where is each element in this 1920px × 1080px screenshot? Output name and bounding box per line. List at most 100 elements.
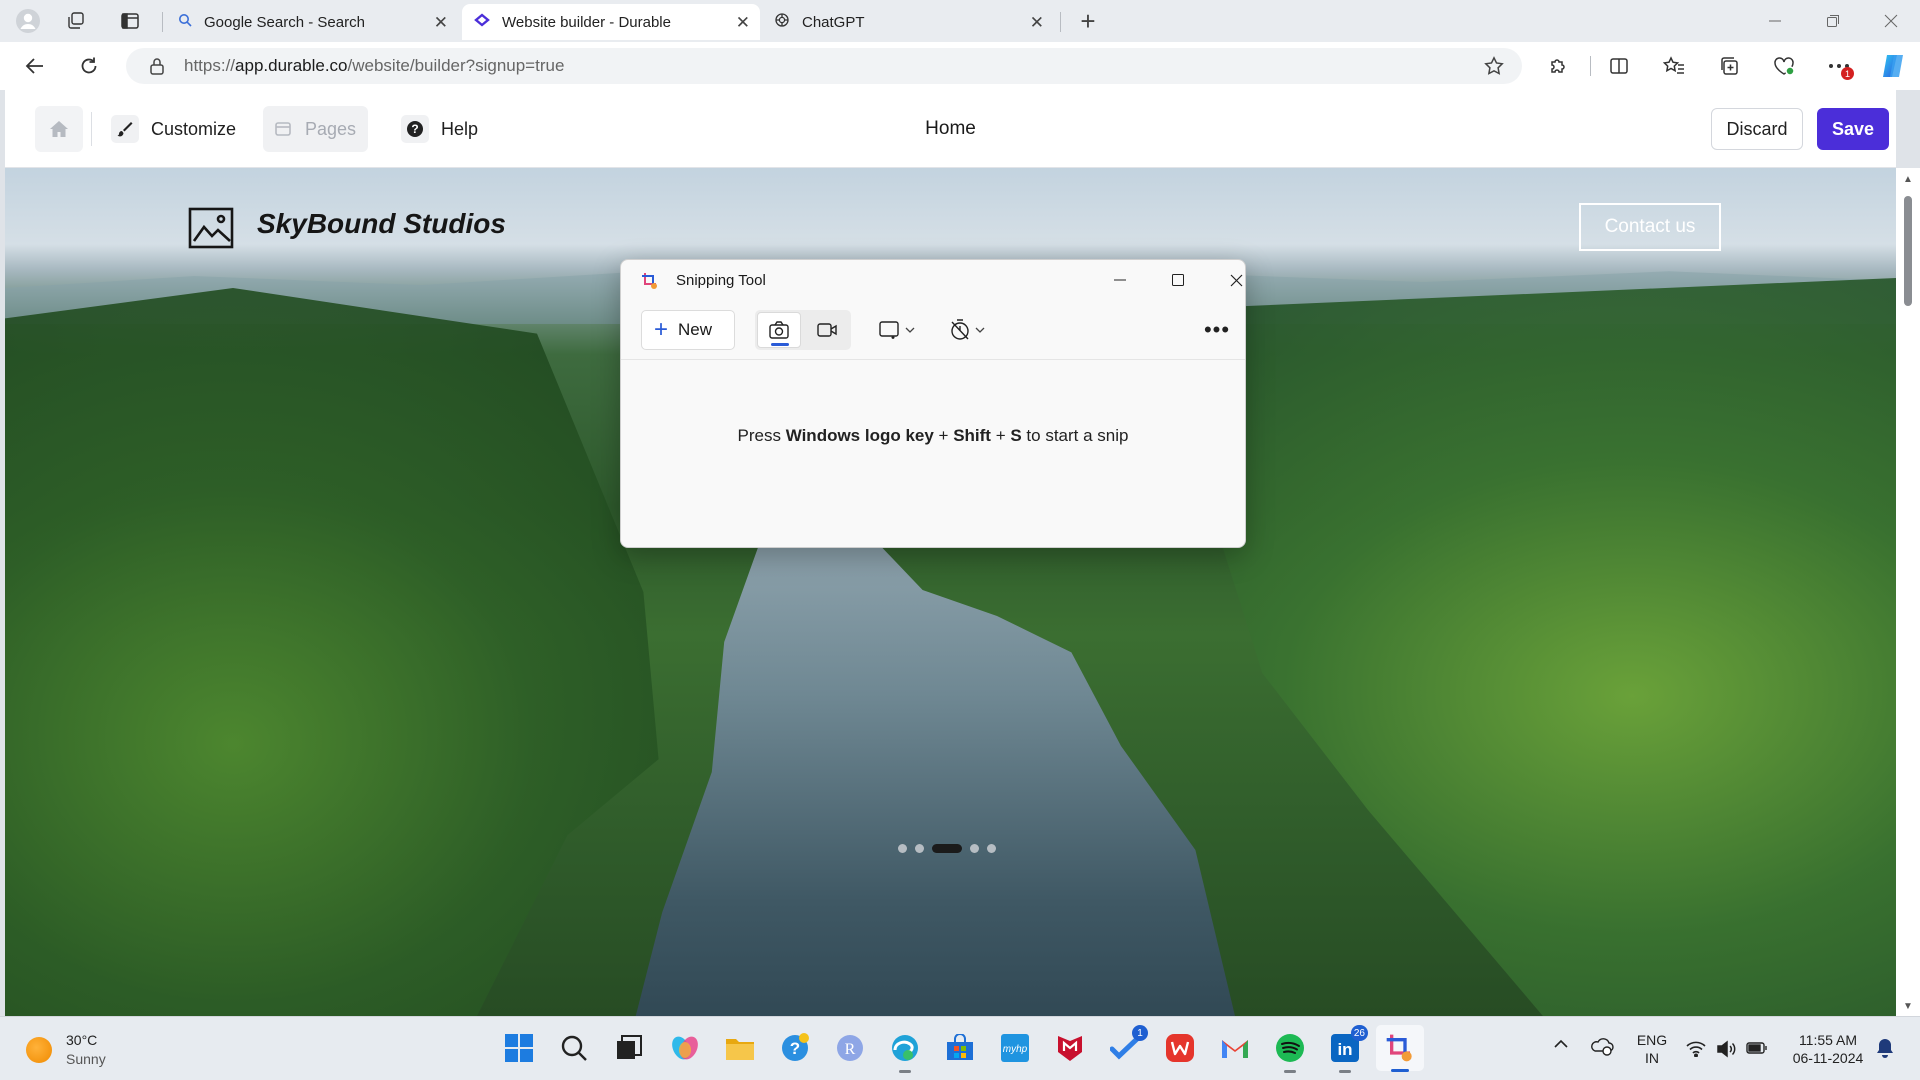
- volume-icon[interactable]: [1716, 1040, 1736, 1058]
- snip-delay-dropdown[interactable]: [949, 310, 985, 350]
- wifi-icon[interactable]: [1686, 1041, 1706, 1057]
- new-tab-button[interactable]: +: [1072, 6, 1104, 36]
- snip-more-options-button[interactable]: •••: [1199, 310, 1235, 350]
- slider-dots: [898, 844, 996, 853]
- plus-icon: +: [654, 316, 669, 343]
- slider-dot[interactable]: [987, 844, 996, 853]
- video-mode-button[interactable]: [805, 312, 849, 348]
- taskbar-search-icon[interactable]: [557, 1031, 591, 1065]
- save-button[interactable]: Save: [1817, 108, 1889, 150]
- tab-durable[interactable]: Website builder - Durable ✕: [462, 4, 760, 40]
- lock-icon[interactable]: [148, 57, 166, 75]
- notification-badge: 1: [1841, 67, 1854, 80]
- screenshot-mode-button[interactable]: [757, 312, 801, 348]
- running-indicator: [1284, 1070, 1296, 1073]
- vertical-tabs-icon[interactable]: [114, 6, 146, 36]
- onedrive-sync-icon[interactable]: [1590, 1036, 1614, 1056]
- task-view-icon[interactable]: [612, 1031, 646, 1065]
- snip-shape-dropdown[interactable]: [879, 310, 915, 350]
- snipping-tool-titlebar[interactable]: Snipping Tool: [621, 260, 1245, 300]
- header-divider: [91, 112, 92, 146]
- contact-us-button[interactable]: Contact us: [1579, 203, 1721, 251]
- chatgpt-icon: [774, 12, 790, 32]
- help-circle-icon: ?: [401, 115, 429, 143]
- split-screen-icon[interactable]: [1602, 50, 1636, 82]
- snip-close-icon[interactable]: [1213, 262, 1245, 298]
- home-icon: [50, 121, 68, 137]
- restore-icon[interactable]: [1804, 0, 1862, 42]
- copilot-taskbar-icon[interactable]: [668, 1031, 702, 1065]
- favorites-icon[interactable]: [1657, 50, 1691, 82]
- get-help-icon[interactable]: ?: [778, 1031, 812, 1065]
- snip-msg-part: Press: [737, 426, 786, 445]
- tab-separator: [162, 12, 163, 32]
- help-button[interactable]: ? Help: [401, 106, 478, 152]
- url-host: app.durable.co: [235, 56, 348, 75]
- site-logo-icon[interactable]: [188, 207, 234, 249]
- builder-header: Customize Pages ? Help Home Discard Save: [5, 90, 1896, 168]
- slider-dot[interactable]: [898, 844, 907, 853]
- refresh-icon[interactable]: [72, 50, 106, 82]
- todo-icon[interactable]: 1: [1108, 1025, 1148, 1065]
- profile-r-icon[interactable]: R: [833, 1031, 867, 1065]
- show-hidden-icons-chevron-icon[interactable]: [1554, 1039, 1568, 1049]
- profile-icon[interactable]: [12, 6, 44, 36]
- browser-essentials-icon[interactable]: [1767, 50, 1801, 82]
- weather-temperature: 30°C: [66, 1032, 98, 1048]
- close-tab-icon[interactable]: ✕: [434, 13, 448, 33]
- tab-google-search[interactable]: Google Search - Search ✕: [166, 4, 458, 40]
- slider-dot[interactable]: [915, 844, 924, 853]
- notification-bell-icon[interactable]: [1876, 1038, 1894, 1058]
- customize-button[interactable]: Customize: [111, 106, 236, 152]
- tab-title: ChatGPT: [802, 13, 865, 31]
- snipping-tool-taskbar-icon[interactable]: [1376, 1025, 1424, 1072]
- svg-text:?: ?: [411, 122, 418, 136]
- clock-time: 11:55 AM: [1798, 1032, 1858, 1048]
- input-language-indicator[interactable]: ENG IN: [1634, 1031, 1670, 1067]
- scroll-down-arrow-icon[interactable]: ▼: [1903, 1001, 1913, 1012]
- address-bar[interactable]: https://app.durable.co/website/builder?s…: [126, 48, 1522, 84]
- help-label: Help: [441, 118, 479, 139]
- new-snip-button[interactable]: + New: [641, 310, 735, 350]
- clock[interactable]: 11:55 AM 06-11-2024: [1780, 1031, 1876, 1067]
- file-explorer-icon[interactable]: [723, 1031, 757, 1065]
- mcafee-icon[interactable]: [1053, 1031, 1087, 1065]
- page-scrollbar[interactable]: ▲ ▼: [1896, 168, 1920, 1016]
- close-window-icon[interactable]: [1862, 0, 1920, 42]
- close-tab-icon[interactable]: ✕: [736, 13, 750, 33]
- scroll-up-arrow-icon[interactable]: ▲: [1903, 174, 1913, 185]
- microsoft-store-icon[interactable]: [943, 1031, 977, 1065]
- linkedin-badge: 26: [1350, 1025, 1368, 1041]
- close-tab-icon[interactable]: ✕: [1030, 13, 1044, 33]
- start-button[interactable]: [502, 1031, 536, 1065]
- weather-condition: Sunny: [66, 1051, 106, 1067]
- site-name[interactable]: SkyBound Studios: [257, 208, 506, 240]
- spotify-icon[interactable]: [1273, 1031, 1307, 1073]
- snip-maximize-icon[interactable]: [1155, 262, 1201, 298]
- discard-button[interactable]: Discard: [1711, 108, 1803, 150]
- browser-tab-strip: Google Search - Search ✕ Website builder…: [0, 0, 1920, 42]
- minimize-icon[interactable]: [1746, 0, 1804, 42]
- slider-dot-active[interactable]: [932, 844, 962, 853]
- back-arrow-icon[interactable]: [18, 50, 52, 82]
- myhp-icon[interactable]: myhp: [998, 1031, 1032, 1065]
- tab-chatgpt[interactable]: ChatGPT ✕: [762, 4, 1054, 40]
- weather-widget[interactable]: 30°C Sunny: [26, 1031, 106, 1069]
- favorite-star-icon[interactable]: [1484, 56, 1504, 81]
- collections-icon[interactable]: [1712, 50, 1746, 82]
- pages-button[interactable]: Pages: [263, 106, 369, 152]
- battery-icon[interactable]: [1746, 1041, 1768, 1055]
- linkedin-icon[interactable]: in 26: [1328, 1025, 1368, 1073]
- workspaces-icon[interactable]: [60, 6, 92, 36]
- extensions-icon[interactable]: [1541, 50, 1575, 82]
- copilot-icon[interactable]: [1876, 50, 1910, 82]
- wps-office-icon[interactable]: [1163, 1031, 1197, 1065]
- scrollbar-thumb[interactable]: [1904, 196, 1912, 306]
- search-icon: [178, 13, 192, 31]
- snip-minimize-icon[interactable]: [1097, 262, 1143, 298]
- home-button[interactable]: [35, 106, 83, 152]
- slider-dot[interactable]: [970, 844, 979, 853]
- settings-more-icon[interactable]: 1: [1822, 50, 1856, 82]
- edge-browser-icon[interactable]: [888, 1031, 922, 1073]
- gmail-icon[interactable]: [1218, 1031, 1252, 1065]
